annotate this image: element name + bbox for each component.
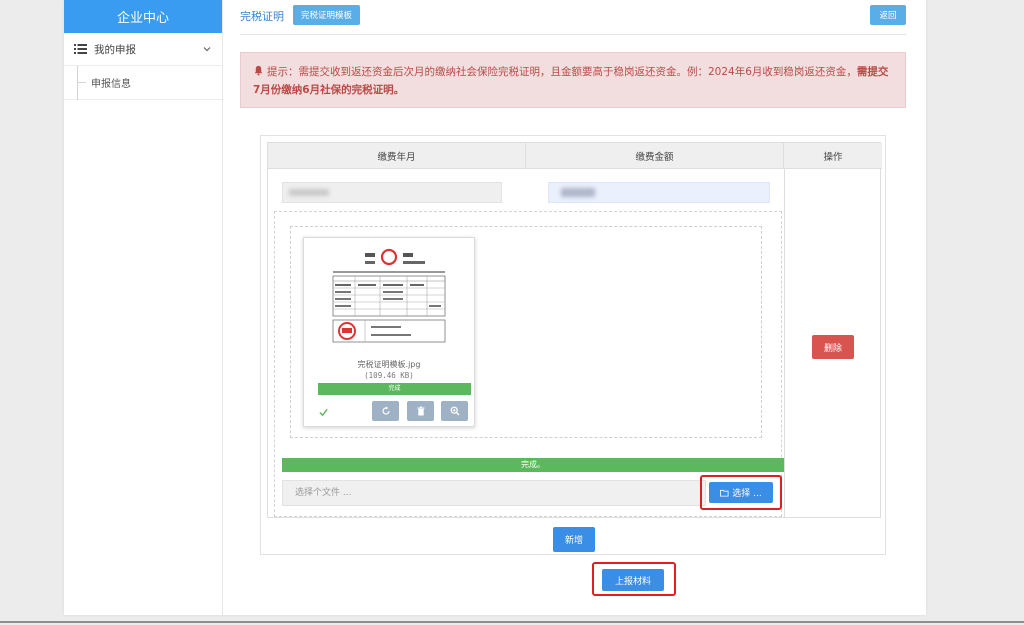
tree-connector	[77, 66, 86, 100]
remove-file-button[interactable]	[407, 401, 434, 421]
add-row-button[interactable]: 新增	[553, 527, 595, 552]
zoom-file-button[interactable]	[441, 401, 468, 421]
file-upload-widget: 完税证明模板.jpg (109.46 KB) 完成 完成。 选择个文件 ... …	[274, 211, 784, 517]
payment-month-input[interactable]	[282, 182, 502, 203]
file-preview-card: 完税证明模板.jpg (109.46 KB) 完成	[303, 237, 475, 427]
back-button[interactable]: 返回	[870, 5, 906, 25]
delete-row-button[interactable]: 删除	[812, 335, 854, 359]
choose-file-label: 选择 ...	[732, 489, 762, 499]
zoom-in-icon	[450, 406, 459, 416]
payment-amount-input[interactable]	[548, 182, 770, 203]
main-content: 完税证明 完税证明模板 返回 提示：需提交收到返还资金后次月的缴纳社会保险完税证…	[223, 0, 926, 615]
sidebar: 企业中心 我的申报 申报信息	[64, 0, 223, 615]
file-name: 完税证明模板.jpg	[357, 360, 421, 369]
choose-file-button[interactable]: 选择 ...	[709, 482, 773, 503]
column-header-payment-month: 缴费年月	[268, 143, 526, 169]
highlight-submit-button: 上报材料	[592, 562, 676, 596]
chevron-down-icon	[203, 47, 211, 52]
check-icon	[319, 408, 328, 417]
page-title: 完税证明	[240, 10, 284, 23]
highlight-choose-button: 选择 ...	[700, 475, 782, 510]
column-header-payment-amount: 缴费金额	[526, 143, 784, 169]
window-bottom-border	[0, 621, 1024, 623]
tax-certificate-thumbnail	[325, 244, 453, 348]
operation-cell: 删除	[784, 169, 882, 517]
list-icon	[74, 44, 87, 54]
sidebar-group-label: 我的申报	[94, 43, 136, 56]
tax-certificate-template-button[interactable]: 完税证明模板	[293, 5, 361, 25]
sidebar-item-declaration-info[interactable]: 申报信息	[64, 66, 222, 100]
column-header-operation: 操作	[784, 143, 882, 169]
bell-icon	[254, 65, 263, 76]
notice-alert: 提示：需提交收到返还资金后次月的缴纳社会保险完税证明，且金额要高于稳岗返还资金。…	[240, 52, 906, 108]
page-header: 完税证明 完税证明模板 返回	[240, 5, 906, 35]
sidebar-title: 企业中心	[64, 0, 222, 33]
redacted-value	[289, 189, 329, 196]
upload-preview-area[interactable]: 完税证明模板.jpg (109.46 KB) 完成	[290, 226, 762, 438]
app-window: 企业中心 我的申报 申报信息 完税证明 完税证明模板 返回 提示：需提交收到返还…	[64, 0, 926, 615]
sidebar-group-my-declarations[interactable]: 我的申报	[64, 33, 222, 66]
submit-materials-button[interactable]: 上报材料	[602, 569, 664, 591]
refresh-icon	[381, 406, 390, 415]
file-name-input[interactable]: 选择个文件 ...	[282, 480, 706, 506]
upload-progress-bar: 完成。	[282, 458, 784, 472]
material-panel: 缴费年月 缴费金额 操作 完税证明模板.jpg (109.46 KB) 完成 完…	[260, 135, 886, 555]
payment-table: 缴费年月 缴费金额 操作 完税证明模板.jpg (109.46 KB) 完成 完…	[267, 142, 882, 518]
redacted-value	[561, 188, 595, 197]
folder-open-icon	[720, 489, 729, 497]
reupload-button[interactable]	[372, 401, 399, 421]
trash-icon	[417, 406, 424, 416]
file-upload-progress-bar: 完成	[318, 383, 471, 395]
file-size: (109.46 KB)	[364, 371, 414, 380]
notice-text: 提示：需提交收到返还资金后次月的缴纳社会保险完税证明，且金额要高于稳岗返还资金。…	[267, 66, 857, 78]
sidebar-item-label: 申报信息	[91, 79, 131, 90]
